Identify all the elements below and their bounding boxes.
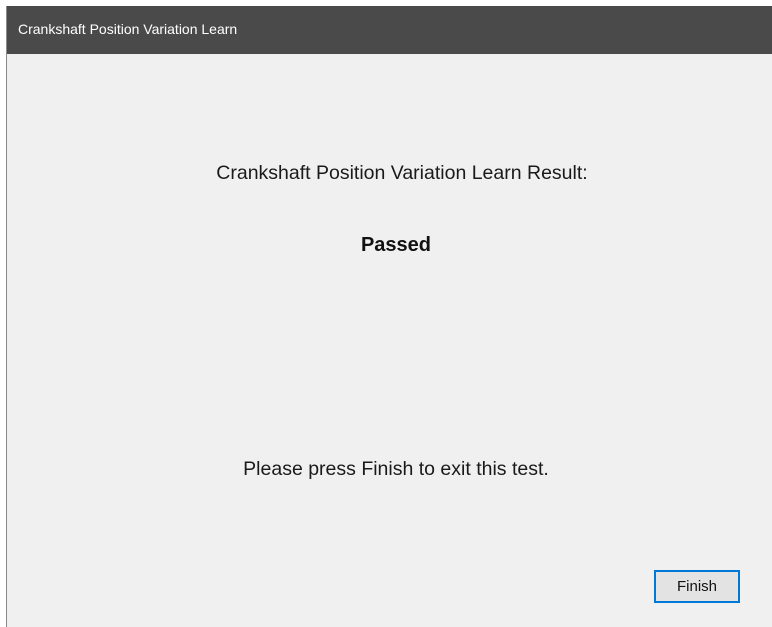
finish-button[interactable]: Finish [654, 570, 740, 603]
instruction-text: Please press Finish to exit this test. [243, 458, 549, 480]
result-status: Passed [360, 234, 432, 256]
title-bar[interactable]: Crankshaft Position Variation Learn [7, 6, 772, 54]
result-label: Crankshaft Position Variation Learn Resu… [216, 162, 588, 184]
window-title: Crankshaft Position Variation Learn [18, 21, 238, 37]
dialog-window: Crankshaft Position Variation Learn Cran… [6, 6, 772, 627]
dialog-content: Crankshaft Position Variation Learn Resu… [7, 54, 772, 627]
